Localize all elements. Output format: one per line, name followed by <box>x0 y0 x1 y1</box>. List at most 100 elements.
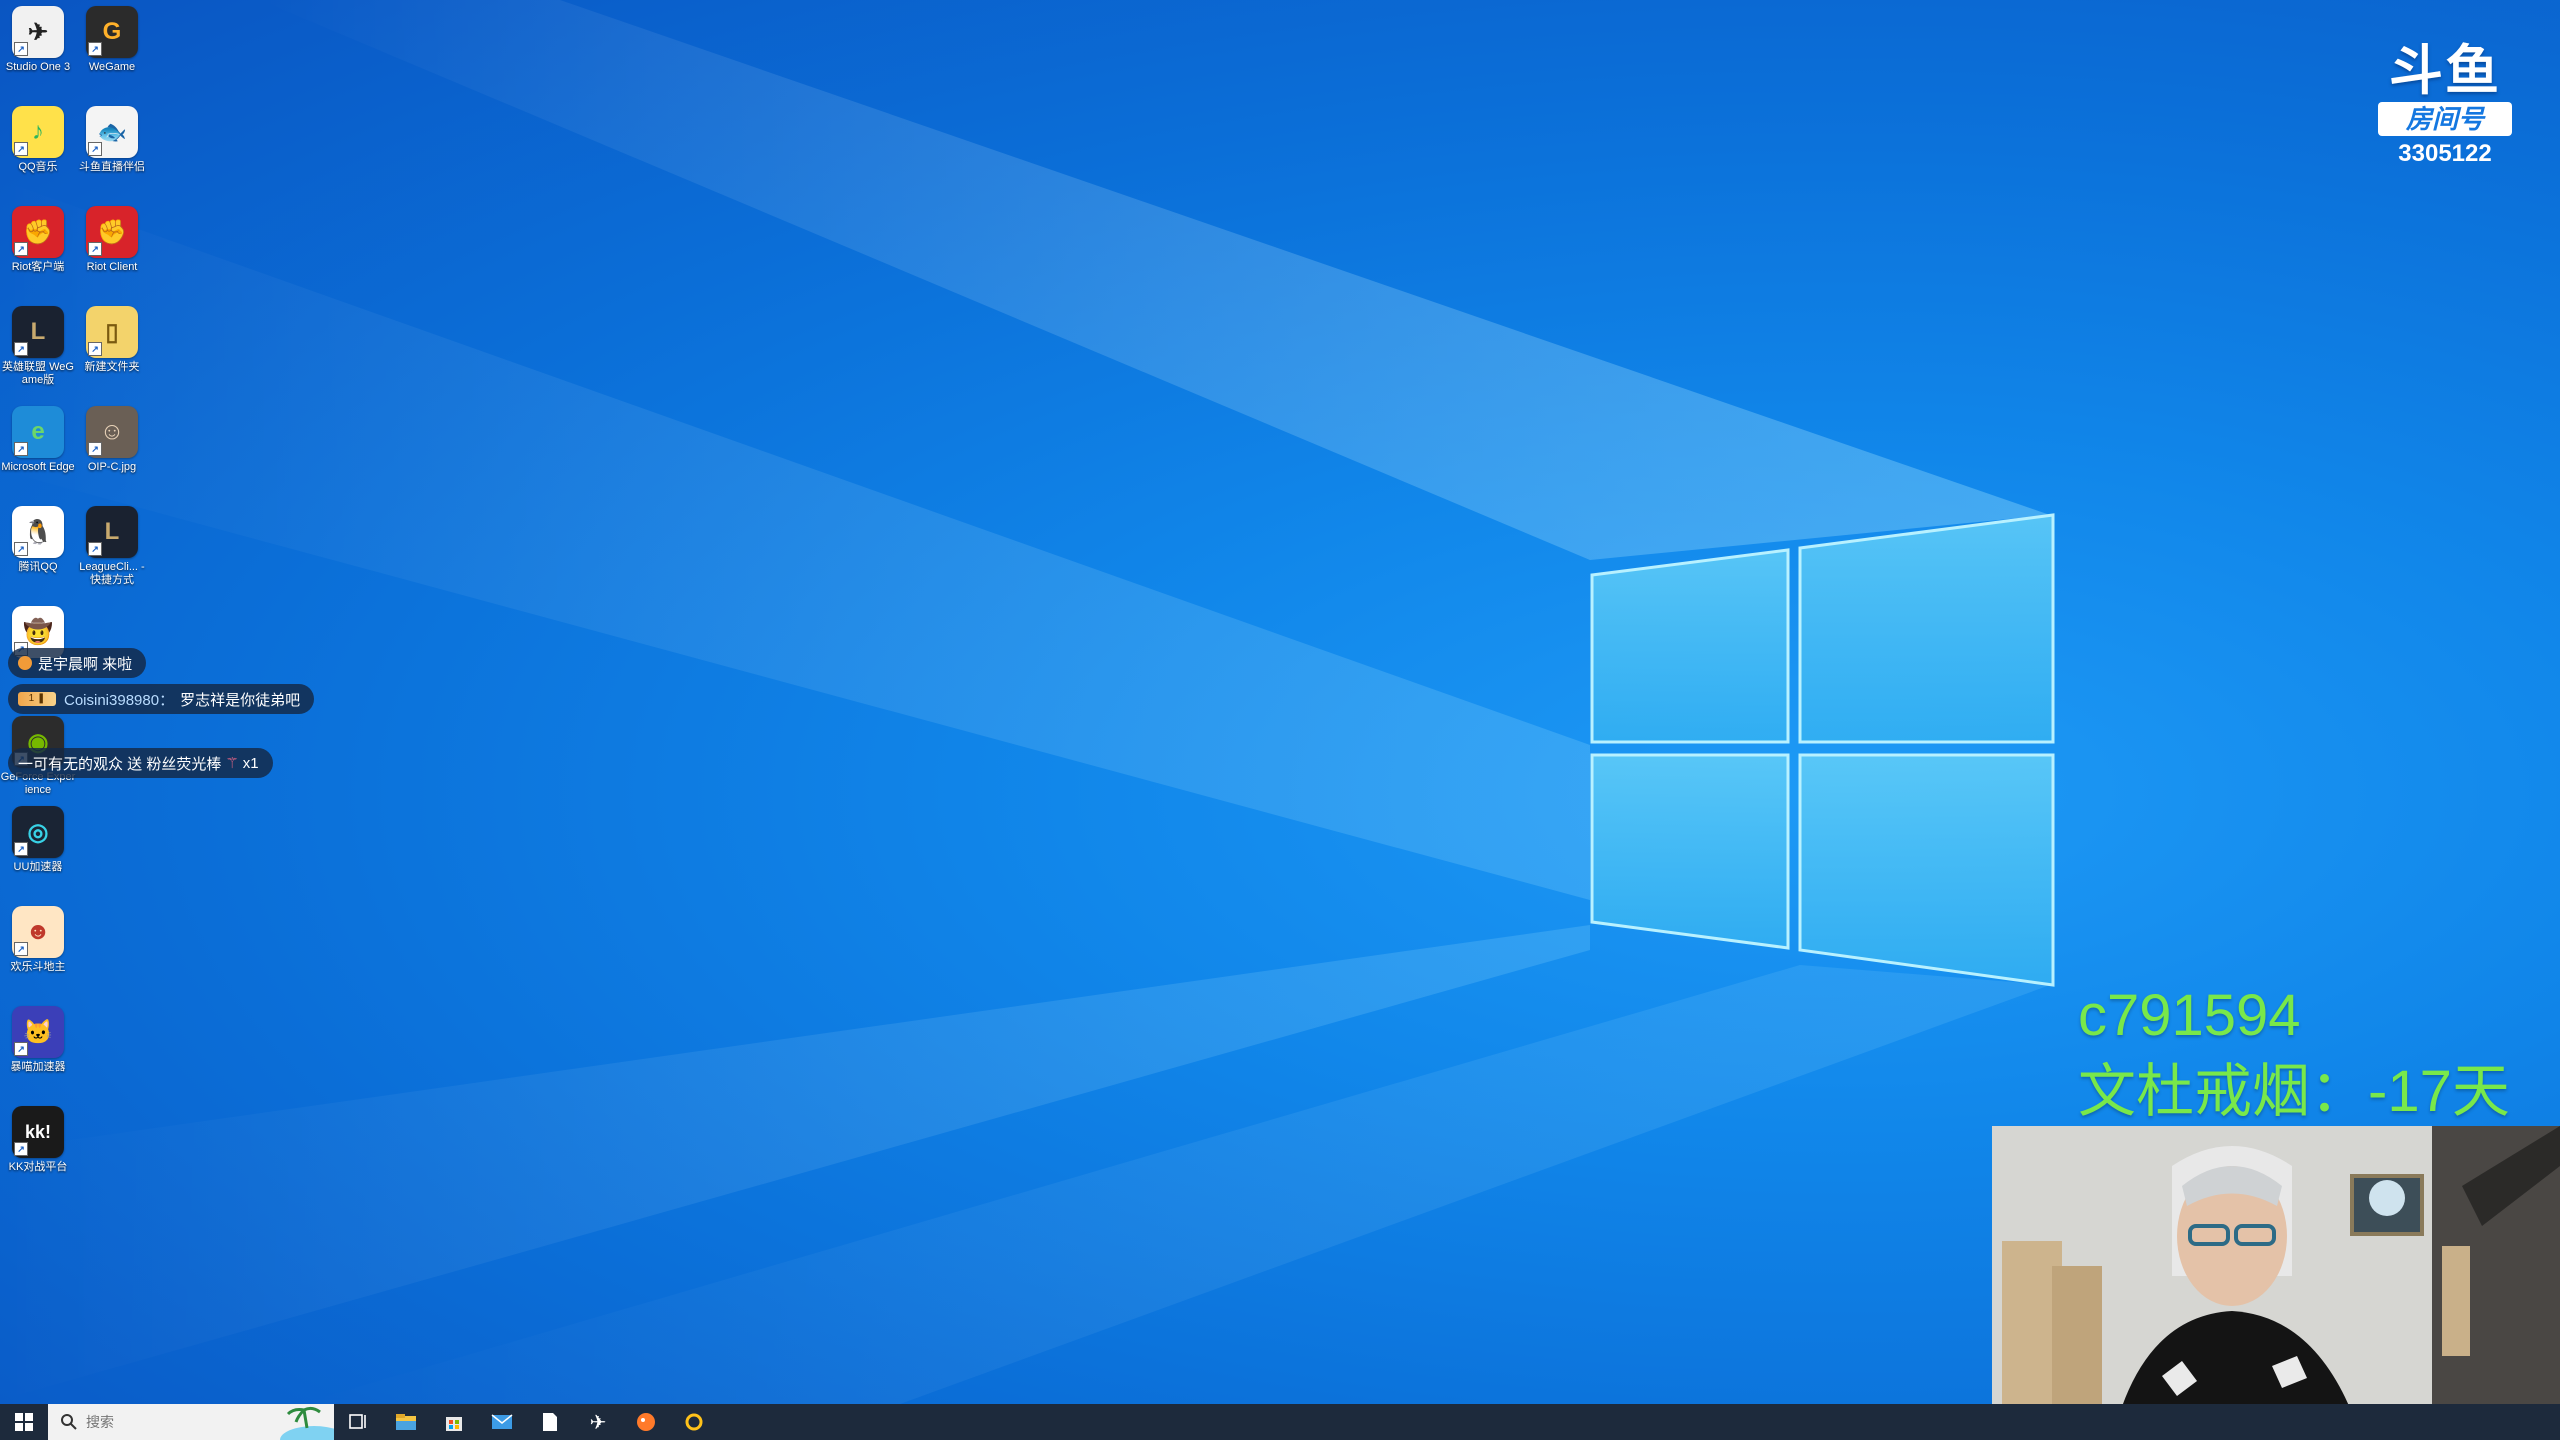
shortcut-arrow-icon: ↗ <box>14 242 28 256</box>
shortcut-arrow-icon: ↗ <box>88 142 102 156</box>
douyu-companion-icon <box>637 1413 655 1431</box>
desktop-shortcut[interactable]: kk! ↗ KK对战平台 <box>0 1106 76 1174</box>
desktop-shortcut-label: LeagueCli... - 快捷方式 <box>79 561 145 586</box>
shortcut-arrow-icon: ↗ <box>88 42 102 56</box>
chat-username: Coisini398980： <box>64 691 175 709</box>
desktop-shortcut-label: 新建文件夹 <box>84 361 140 373</box>
desktop-shortcut-label: 欢乐斗地主 <box>10 961 66 973</box>
glowstick-icon: ⚚ <box>225 755 239 772</box>
riot-client-icon: ✊ ↗ <box>86 206 138 258</box>
room-label: 房间号 <box>2378 102 2512 136</box>
studio-one-taskbar-button[interactable]: ✈ <box>574 1404 622 1440</box>
desktop-shortcut[interactable]: 🐱 ↗ 暴喵加速器 <box>0 1006 76 1074</box>
league-client-icon: L ↗ <box>86 506 138 558</box>
document-button[interactable] <box>526 1404 574 1440</box>
search-highlight-art <box>280 1406 334 1440</box>
overlay-line-id: c791594 <box>2078 983 2301 1048</box>
desktop-shortcut[interactable]: ✊ ↗ Riot客户端 <box>0 206 76 274</box>
desktop-shortcut-label: 英雄联盟 WeGame版 <box>2 361 74 386</box>
baomiao-accelerator-icon: 🐱 ↗ <box>12 1006 64 1058</box>
task-view-icon <box>349 1414 366 1429</box>
desktop-shortcut[interactable]: ✈ ↗ Studio One 3 <box>0 6 76 74</box>
desktop-shortcut[interactable]: e ↗ Microsoft Edge <box>0 406 76 474</box>
store-icon <box>446 1417 462 1431</box>
gift-text: 一可有无的观众 送 粉丝荧光棒 <box>18 755 222 773</box>
desktop-shortcut[interactable]: ☺ ↗ OIP-C.jpg <box>74 406 150 474</box>
overlay-line-quit-smoking: 文杜戒烟：-17天 <box>2078 1059 2510 1124</box>
shortcut-arrow-icon: ↗ <box>14 142 28 156</box>
desktop-shortcut-label: WeGame <box>88 61 136 73</box>
uu-accelerator-icon: ◎ ↗ <box>12 806 64 858</box>
fan-badge: ⁠1 ❚ <box>18 692 56 706</box>
desktop-shortcut[interactable]: L ↗ LeagueCli... - 快捷方式 <box>74 506 150 587</box>
shortcut-arrow-icon: ↗ <box>88 242 102 256</box>
desktop-shortcut[interactable]: 🐟 ↗ 斗鱼直播伴侣 <box>74 106 150 174</box>
desktop-shortcut[interactable]: L ↗ 英雄联盟 WeGame版 <box>0 306 76 387</box>
league-wegame-icon: L ↗ <box>12 306 64 358</box>
streamer-camera-image <box>1992 1126 2560 1440</box>
windows-logo <box>1590 513 2055 987</box>
taskbar: ✈ <box>0 1404 2560 1440</box>
desktop-shortcut-label: QQ音乐 <box>18 161 58 173</box>
shortcut-arrow-icon: ↗ <box>88 442 102 456</box>
desktop-shortcut[interactable]: 🐧 ↗ 腾讯QQ <box>0 506 76 574</box>
new-folder-icon: ▯ ↗ <box>86 306 138 358</box>
document-icon <box>543 1413 557 1431</box>
desktop-shortcut[interactable]: ▯ ↗ 新建文件夹 <box>74 306 150 374</box>
wegame-icon: G ↗ <box>86 6 138 58</box>
search-icon <box>61 1414 77 1430</box>
kk-platform-icon: kk! ↗ <box>12 1106 64 1158</box>
desktop-shortcut-label: Riot客户端 <box>11 261 65 273</box>
desktop-shortcut-label: OIP-C.jpg <box>87 461 137 473</box>
desktop-shortcut-label: 斗鱼直播伴侣 <box>79 161 145 173</box>
shortcut-arrow-icon: ↗ <box>14 342 28 356</box>
doudizhu-icon: ☻ ↗ <box>12 906 64 958</box>
shortcut-arrow-icon: ↗ <box>14 942 28 956</box>
desktop-shortcut[interactable]: ◎ ↗ UU加速器 <box>0 806 76 874</box>
file-explorer-icon <box>396 1414 416 1430</box>
taskbar-search-box[interactable] <box>48 1404 334 1440</box>
desktop-shortcut-label: Microsoft Edge <box>1 461 75 473</box>
file-explorer-button[interactable] <box>382 1404 430 1440</box>
qq-music-icon: ♪ ↗ <box>12 106 64 158</box>
chat-message-2: ⁠1 ❚ Coisini398980： 罗志祥是你徒弟吧 <box>8 684 315 714</box>
douyu-companion-taskbar-button[interactable] <box>622 1404 670 1440</box>
search-input[interactable] <box>84 1413 248 1431</box>
studio-one-icon: ✈ ↗ <box>12 6 64 58</box>
qq-icon: 🐧 ↗ <box>12 506 64 558</box>
douyu-logo: 斗鱼 房间号 3305122 <box>2370 40 2520 168</box>
desktop-shortcut-label: UU加速器 <box>13 861 63 873</box>
desktop-shortcut-label: 暴喵加速器 <box>10 1061 66 1073</box>
chat-message-1: 是宇晨啊 来啦 <box>8 648 147 678</box>
shortcut-arrow-icon: ↗ <box>88 542 102 556</box>
desktop-shortcut-label: Riot Client <box>86 261 138 273</box>
task-view-button[interactable] <box>334 1404 382 1440</box>
webcam-feed <box>1992 1126 2560 1440</box>
wegame-icon <box>685 1413 703 1431</box>
desktop: ✈ ↗ Studio One 3 G ↗ WeGame ♪ ↗ QQ音乐 🐟 ↗ 斗鱼直播伴侣 ✊ ↗ Ri… <box>0 0 2560 1440</box>
shortcut-arrow-icon: ↗ <box>14 442 28 456</box>
shortcut-arrow-icon: ↗ <box>14 1042 28 1056</box>
chat-text: 罗志祥是你徒弟吧 <box>180 691 301 709</box>
gift-count: x1 <box>242 754 259 772</box>
mail-button[interactable] <box>478 1404 526 1440</box>
user-level-icon <box>18 656 32 670</box>
desktop-shortcut[interactable]: ✊ ↗ Riot Client <box>74 206 150 274</box>
start-button[interactable] <box>0 1404 48 1440</box>
desktop-shortcut[interactable]: G ↗ WeGame <box>74 6 150 74</box>
shortcut-arrow-icon: ↗ <box>88 342 102 356</box>
store-button[interactable] <box>430 1404 478 1440</box>
studio-one-icon: ✈ <box>589 1411 607 1434</box>
douyu-brand: 斗鱼 <box>2389 41 2501 101</box>
desktop-shortcut-label: Studio One 3 <box>5 61 71 73</box>
chat-gift-message: 一可有无的观众 送 粉丝荧光棒 ⚚ x1 <box>8 748 273 778</box>
image-file-icon: ☺ ↗ <box>86 406 138 458</box>
desktop-shortcut[interactable]: ♪ ↗ QQ音乐 <box>0 106 76 174</box>
desktop-shortcut[interactable]: ☻ ↗ 欢乐斗地主 <box>0 906 76 974</box>
room-number: 3305122 <box>2398 140 2492 167</box>
shortcut-arrow-icon: ↗ <box>14 1142 28 1156</box>
wegame-taskbar-button[interactable] <box>670 1404 718 1440</box>
desktop-shortcut-label: 腾讯QQ <box>18 561 58 573</box>
edge-icon: e ↗ <box>12 406 64 458</box>
windows-start-icon <box>15 1413 33 1431</box>
